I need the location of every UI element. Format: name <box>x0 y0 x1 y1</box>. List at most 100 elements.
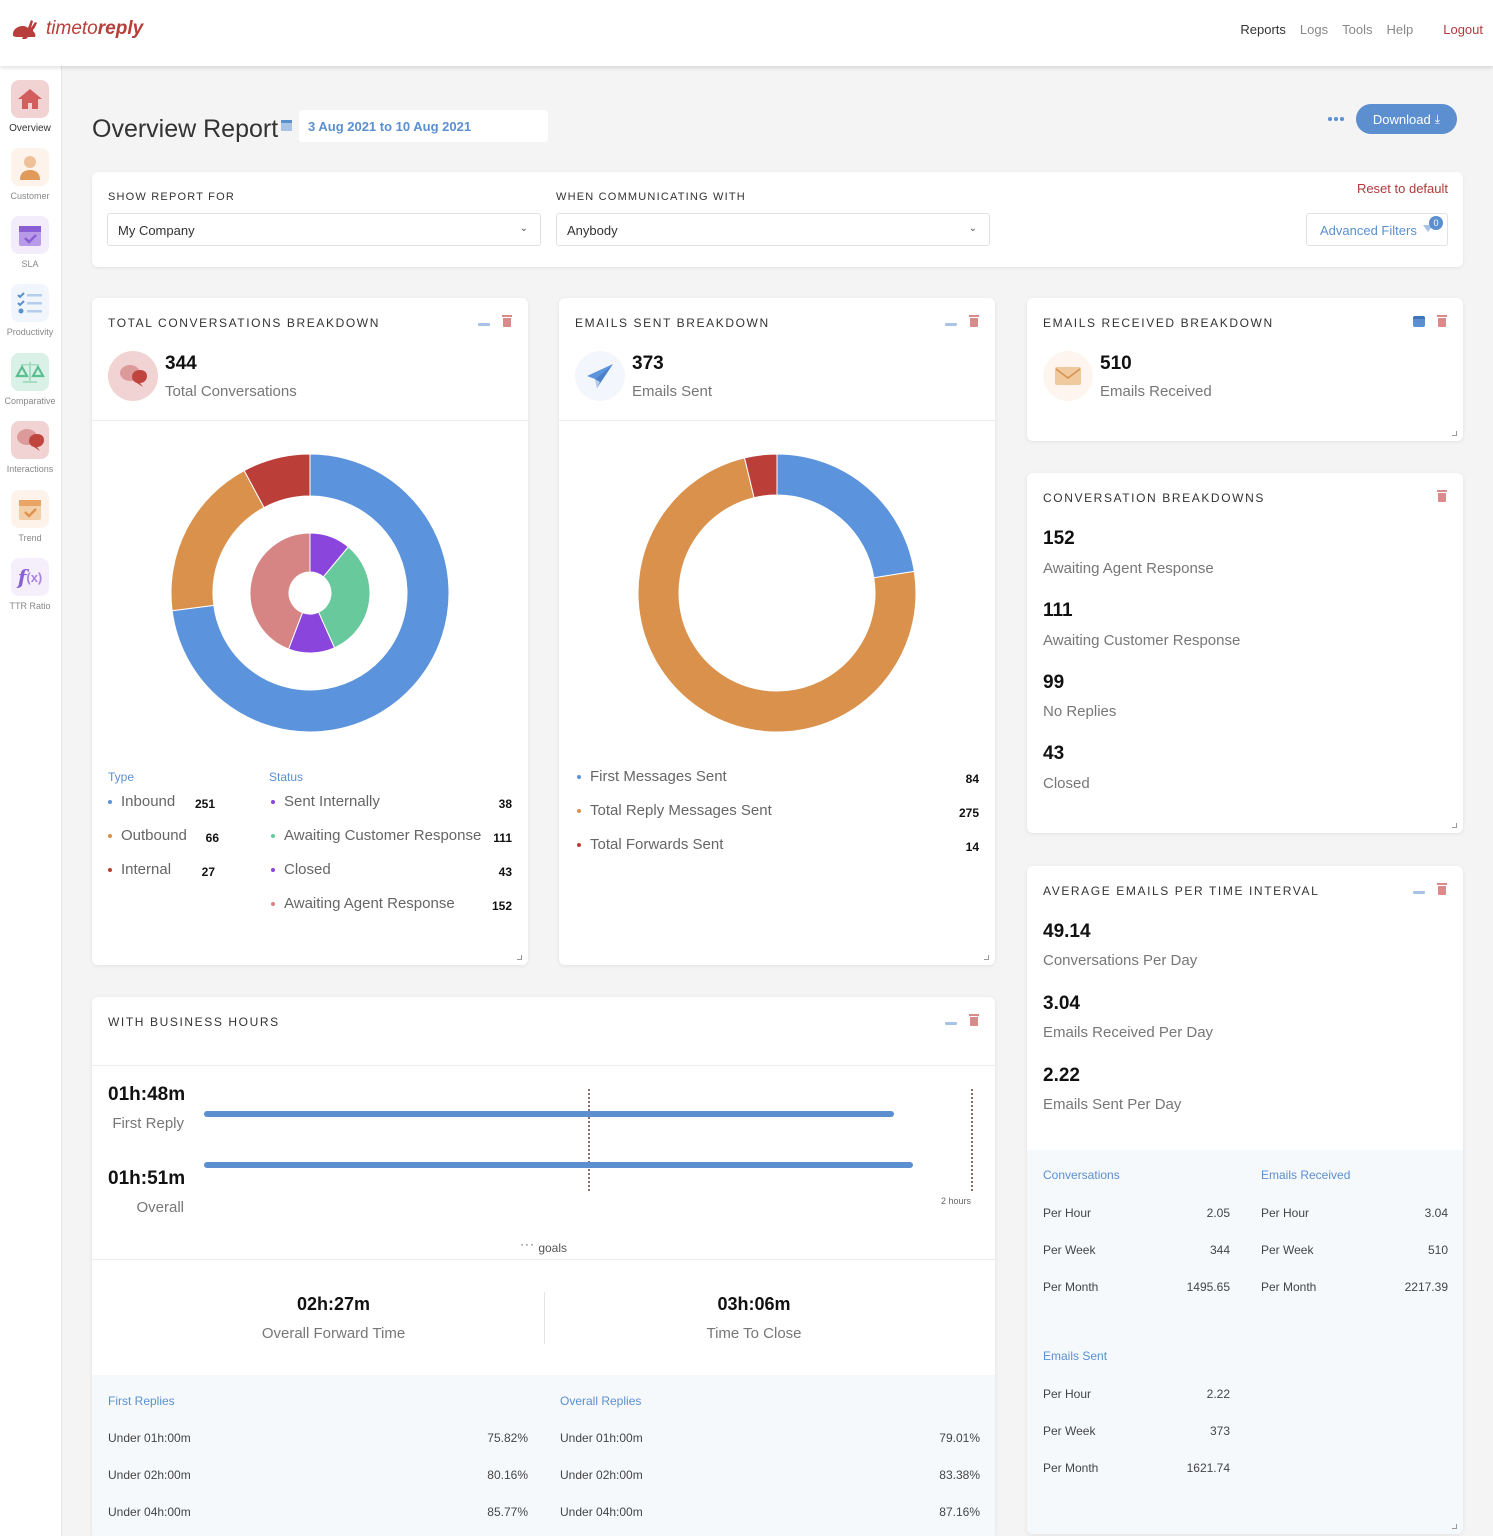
first-reply-label: First Reply <box>112 1115 184 1132</box>
sidebar-item-customer[interactable]: Customer <box>0 148 60 201</box>
minimize-icon[interactable] <box>945 1021 957 1025</box>
trash-icon[interactable] <box>969 315 979 327</box>
minimize-icon[interactable] <box>945 322 957 326</box>
row-value: 2.22 <box>1206 1387 1230 1401</box>
reset-to-default-link[interactable]: Reset to default <box>1357 181 1448 196</box>
legend-value: 152 <box>491 899 512 913</box>
more-options-icon[interactable] <box>1328 117 1344 121</box>
show-report-for-select[interactable]: My Company ⌄ <box>107 213 541 246</box>
sidebar-label: Interactions <box>6 464 54 474</box>
rabbit-logo-icon <box>13 20 37 39</box>
sidebar-item-sla[interactable]: SLA <box>0 216 60 269</box>
nav-help[interactable]: Help <box>1386 22 1413 37</box>
checklist-icon <box>11 284 49 322</box>
group-header: Emails Sent <box>1043 1349 1108 1363</box>
row-value: 2217.39 <box>1404 1280 1448 1294</box>
overall-replies-header: Overall Replies <box>560 1394 642 1408</box>
trash-icon[interactable] <box>1437 315 1447 327</box>
emails-sent-card: EMAILS SENT BREAKDOWN 373 Emails Sent Fi… <box>559 298 995 965</box>
card-title: EMAILS RECEIVED BREAKDOWN <box>1043 316 1274 330</box>
advanced-filters-button[interactable]: Advanced Filters 0 <box>1306 213 1448 246</box>
stat-label: Awaiting Agent Response <box>1043 560 1214 577</box>
legend-value: 14 <box>965 840 979 854</box>
first-reply-bar <box>204 1111 895 1117</box>
axis-max-label: 2 hours <box>940 1196 971 1206</box>
card-title: WITH BUSINESS HOURS <box>108 1015 280 1029</box>
trash-icon[interactable] <box>1437 490 1447 502</box>
sidebar-item-ttr-ratio[interactable]: f (x) TTR Ratio <box>0 558 60 611</box>
maximize-icon[interactable] <box>1413 315 1425 327</box>
chat-bubbles-icon <box>11 421 49 459</box>
stat-value: 43 <box>1043 743 1065 764</box>
legend-item-status: Awaiting Agent Response <box>271 895 455 912</box>
sidebar-item-overview[interactable]: Overview <box>0 80 60 134</box>
stat-label: Emails Received Per Day <box>1043 1024 1214 1041</box>
emails-received-label: Emails Received <box>1100 383 1212 400</box>
sidebar-item-productivity[interactable]: Productivity <box>0 284 60 337</box>
divider <box>559 420 995 421</box>
sidebar-label: Trend <box>18 533 42 543</box>
sidebar-label: TTR Ratio <box>9 601 51 611</box>
total-conversations-value: 344 <box>165 353 197 374</box>
card-actions <box>1413 883 1447 895</box>
row-value: 3.04 <box>1424 1206 1448 1220</box>
nav-reports[interactable]: Reports <box>1240 22 1286 37</box>
resize-handle[interactable] <box>517 955 522 960</box>
row-value: 2.05 <box>1206 1206 1230 1220</box>
legend-value: 111 <box>493 831 512 845</box>
calendar-icon[interactable] <box>281 119 292 131</box>
trash-icon[interactable] <box>969 1014 979 1026</box>
chevron-down-icon: ⌄ <box>519 223 528 234</box>
hero-stat: 510 Emails Received <box>1043 351 1212 401</box>
legend-value: 84 <box>965 772 979 786</box>
first-reply-time: 01h:48m <box>108 1084 186 1105</box>
sidebar-item-interactions[interactable]: Interactions <box>0 421 60 474</box>
conversation-breakdowns-card: CONVERSATION BREAKDOWNS 152 Awaiting Age… <box>1027 473 1463 833</box>
scale-icon <box>11 353 49 391</box>
row-value: 510 <box>1427 1243 1448 1257</box>
trash-icon[interactable] <box>502 315 512 327</box>
sidebar-label: SLA <box>21 259 39 269</box>
resize-handle[interactable] <box>1452 823 1457 828</box>
sidebar-item-comparative[interactable]: Comparative <box>0 353 60 406</box>
sidebar-label: Comparative <box>4 396 56 406</box>
legend-dot <box>577 842 581 847</box>
nav-tools[interactable]: Tools <box>1342 22 1372 37</box>
communicating-with-select[interactable]: Anybody ⌄ <box>556 213 990 246</box>
row-value: 373 <box>1209 1424 1230 1438</box>
slice-sent-first-messages-sent[interactable] <box>776 453 915 579</box>
legend-label: Internal <box>121 861 172 878</box>
total-conversations-card: TOTAL CONVERSATIONS BREAKDOWN 344 Total … <box>92 298 528 965</box>
trash-icon[interactable] <box>1437 883 1447 895</box>
nav-logs[interactable]: Logs <box>1300 22 1328 37</box>
calendar-check-icon <box>11 216 49 254</box>
hero-stat: 344 Total Conversations <box>108 351 297 401</box>
divider <box>92 1259 995 1260</box>
legend-item-type: Inbound <box>108 793 175 810</box>
legend-value: 38 <box>498 797 512 811</box>
resize-handle[interactable] <box>1452 1524 1457 1529</box>
sidebar-item-trend[interactable]: Trend <box>0 490 60 543</box>
card-actions <box>1413 315 1447 327</box>
filter-count-badge: 0 <box>1429 216 1443 230</box>
forward-time: 02h:27m <box>296 1294 371 1314</box>
date-range-picker[interactable]: 3 Aug 2021 to 10 Aug 2021 <box>299 110 548 142</box>
card-title: EMAILS SENT BREAKDOWN <box>575 316 770 330</box>
legend-label: Awaiting Agent Response <box>284 895 455 912</box>
forward-time-label: Overall Forward Time <box>261 1325 406 1342</box>
stat-value: 3.04 <box>1043 993 1080 1014</box>
minimize-icon[interactable] <box>478 322 490 326</box>
legend-label: Awaiting Customer Response <box>284 827 482 844</box>
envelope-icon <box>1043 351 1093 401</box>
goal-dots-icon: ··· <box>519 1237 535 1251</box>
logo[interactable]: timeto reply <box>10 16 143 42</box>
brand-name-bold: reply <box>97 18 144 39</box>
sidebar-label: Customer <box>10 191 50 201</box>
logout-link[interactable]: Logout <box>1443 22 1483 37</box>
minimize-icon[interactable] <box>1413 890 1425 894</box>
download-button[interactable]: Download ⤓ <box>1356 104 1457 134</box>
resize-handle[interactable] <box>984 955 989 960</box>
status-legend-header: Status <box>269 770 304 784</box>
advanced-filters-label: Advanced Filters <box>1320 223 1417 238</box>
resize-handle[interactable] <box>1452 431 1457 436</box>
